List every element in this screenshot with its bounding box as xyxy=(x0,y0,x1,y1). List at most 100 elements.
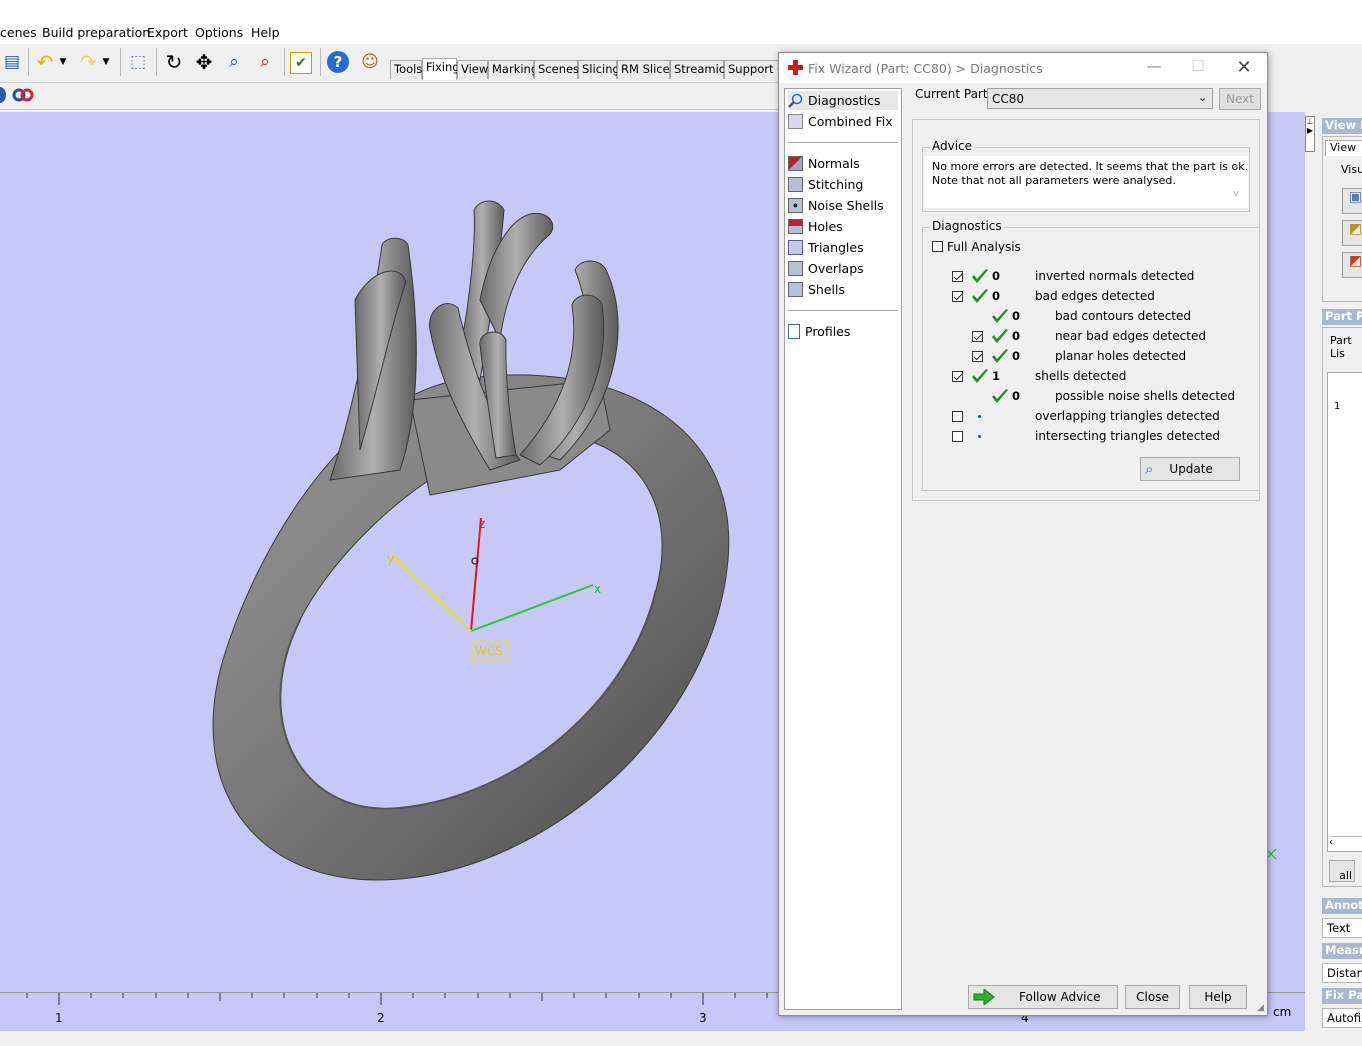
view-pages-header[interactable]: View P xyxy=(1322,118,1362,134)
toolbar-separator xyxy=(28,48,29,76)
advice-scrollbar[interactable]: ^ v xyxy=(1228,158,1244,206)
inverted-normals-count: 0 xyxy=(992,269,1001,283)
intersecting-triangles-checkbox[interactable] xyxy=(952,431,963,442)
part-pages-header[interactable]: Part Pa xyxy=(1322,309,1362,325)
part-list[interactable] xyxy=(1327,372,1362,852)
tab-scenes[interactable]: Scenes xyxy=(534,60,579,79)
tab-slicing[interactable]: Slicing xyxy=(578,60,620,79)
bad-edges-checkbox[interactable] xyxy=(952,291,963,302)
menu-options[interactable]: Options xyxy=(195,25,243,40)
autofix-button[interactable]: Autofix xyxy=(1322,1008,1362,1028)
view-triangles-icon[interactable]: ◩ xyxy=(1342,220,1362,246)
menu-export[interactable]: Export xyxy=(147,25,188,40)
next-button[interactable]: Next xyxy=(1219,88,1261,110)
fix-part-icon[interactable] xyxy=(0,87,6,103)
follow-advice-button[interactable]: Follow Advice xyxy=(968,985,1118,1009)
fix-pages-header[interactable]: Fix Pag xyxy=(1322,988,1362,1004)
help-button[interactable]: Help xyxy=(1189,985,1247,1009)
assistant-icon[interactable]: ☺ xyxy=(358,50,382,74)
full-analysis-checkbox[interactable] xyxy=(932,241,943,252)
nav-triangles[interactable]: Triangles xyxy=(788,238,898,257)
pending-dot-icon xyxy=(978,415,981,418)
nav-diagnostics[interactable]: Diagnostics xyxy=(788,91,898,110)
tab-view[interactable]: View xyxy=(457,60,488,79)
tab-support-generation[interactable]: Support Ge xyxy=(724,60,780,79)
stitching-icon xyxy=(788,177,803,192)
link-parts-icon[interactable] xyxy=(11,88,35,102)
right-panel: ⊥▶ View P View Visua ▣ ◩ ◩ Part Pa Part … xyxy=(1305,112,1362,1030)
measure-header[interactable]: Measu xyxy=(1322,943,1362,959)
ruler-unit: cm xyxy=(1273,1005,1292,1019)
update-button[interactable]: ⌕ Update xyxy=(1140,457,1240,481)
close-button[interactable]: Close xyxy=(1125,985,1180,1009)
overlapping-triangles-checkbox[interactable] xyxy=(952,411,963,422)
checkmark-icon xyxy=(972,269,988,283)
print-icon[interactable]: ▤ xyxy=(0,50,24,74)
text-annotation-button[interactable]: Text xyxy=(1322,918,1362,938)
view-wireframe-icon[interactable]: ◩ xyxy=(1342,252,1362,278)
fix-wizard-cross-icon xyxy=(788,60,803,75)
shells-count: 1 xyxy=(992,369,1001,383)
annotations-header[interactable]: Annota xyxy=(1322,898,1362,914)
tab-streamics[interactable]: Streamics xyxy=(670,60,731,79)
tab-rm-slicer[interactable]: RM Slicer xyxy=(617,60,674,79)
redo-dropdown-icon[interactable]: ▼ xyxy=(100,50,112,74)
near-bad-edges-checkbox[interactable] xyxy=(972,331,983,342)
pin-icon[interactable]: ⊥ ▶ xyxy=(1305,116,1315,152)
secondary-toolbar xyxy=(0,83,780,110)
nav-shells[interactable]: Shells xyxy=(788,280,898,299)
nav-overlaps[interactable]: Overlaps xyxy=(788,259,898,278)
zoom-fit-icon[interactable]: ⌕ xyxy=(253,50,277,74)
planar-holes-checkbox[interactable] xyxy=(972,351,983,362)
part-list-scrollbar[interactable]: ‹ xyxy=(1329,836,1362,851)
near-bad-edges-label: near bad edges detected xyxy=(1055,329,1206,343)
nav-normals-label: Normals xyxy=(808,156,860,171)
select-part-icon[interactable]: ⬚ xyxy=(126,50,150,74)
close-icon[interactable]: ✕ xyxy=(1232,57,1256,79)
visual-label: Visua xyxy=(1341,163,1362,176)
current-part-select[interactable]: CC80 ⌄ xyxy=(987,88,1213,109)
nav-combined-fix[interactable]: Combined Fix xyxy=(788,112,898,131)
select-all-button[interactable]: all xyxy=(1329,860,1355,882)
tab-view-panel[interactable]: View xyxy=(1325,140,1362,156)
menu-help[interactable]: Help xyxy=(251,25,280,40)
ruler-label: 1 xyxy=(55,1011,63,1025)
nav-normals[interactable]: Normals xyxy=(788,154,898,173)
pan-icon[interactable]: ✥ xyxy=(192,50,216,74)
nav-stitching[interactable]: Stitching xyxy=(788,175,898,194)
tab-tools[interactable]: Tools xyxy=(390,60,422,79)
menu-bar: cenes Build preparation Export Options H… xyxy=(0,0,1362,44)
diagnostics-label: Diagnostics xyxy=(930,219,1004,233)
shells-checkbox[interactable] xyxy=(952,371,963,382)
inverted-normals-checkbox[interactable] xyxy=(952,271,963,282)
nav-noise-shells[interactable]: Noise Shells xyxy=(788,196,898,215)
advice-text-box[interactable]: No more errors are detected. It seems th… xyxy=(924,156,1248,208)
nav-holes[interactable]: Holes xyxy=(788,217,898,236)
overlapping-triangles-label: overlapping triangles detected xyxy=(1035,409,1220,423)
tab-marking[interactable]: Marking xyxy=(488,60,538,79)
dialog-title-bar[interactable]: Fix Wizard (Part: CC80) > Diagnostics — … xyxy=(779,53,1267,83)
resize-grip-icon[interactable]: ◢ xyxy=(1257,1003,1267,1013)
distance-button[interactable]: Distanc xyxy=(1322,963,1362,983)
redo-icon[interactable]: ↷ xyxy=(76,50,100,74)
maximize-icon[interactable]: ☐ xyxy=(1186,57,1210,79)
undo-dropdown-icon[interactable]: ▼ xyxy=(57,50,69,74)
wcs-label: WCS xyxy=(475,644,503,658)
tab-fixing[interactable]: Fixing xyxy=(422,58,460,80)
menu-build-preparation[interactable]: Build preparation xyxy=(42,25,150,40)
minimize-icon[interactable]: — xyxy=(1142,57,1166,79)
zoom-icon[interactable]: ⌕ xyxy=(222,50,246,74)
inverted-normals-label: inverted normals detected xyxy=(1035,269,1195,283)
view-solid-icon[interactable]: ▣ xyxy=(1342,188,1362,214)
menu-scenes[interactable]: cenes xyxy=(0,25,37,40)
checkmark-icon xyxy=(992,329,1008,343)
profiles-icon xyxy=(788,324,800,339)
planar-holes-label: planar holes detected xyxy=(1055,349,1187,363)
nav-profiles[interactable]: Profiles xyxy=(788,322,898,341)
undo-icon[interactable]: ↶ xyxy=(33,50,57,74)
rotate-icon[interactable]: ↻ xyxy=(162,50,186,74)
near-bad-edges-count: 0 xyxy=(1012,329,1021,343)
help-icon[interactable]: ? xyxy=(327,51,349,73)
wizard-navigation: Diagnostics Combined Fix Normals Stitchi… xyxy=(784,88,902,1010)
checklist-icon[interactable]: ✔ xyxy=(290,52,312,74)
